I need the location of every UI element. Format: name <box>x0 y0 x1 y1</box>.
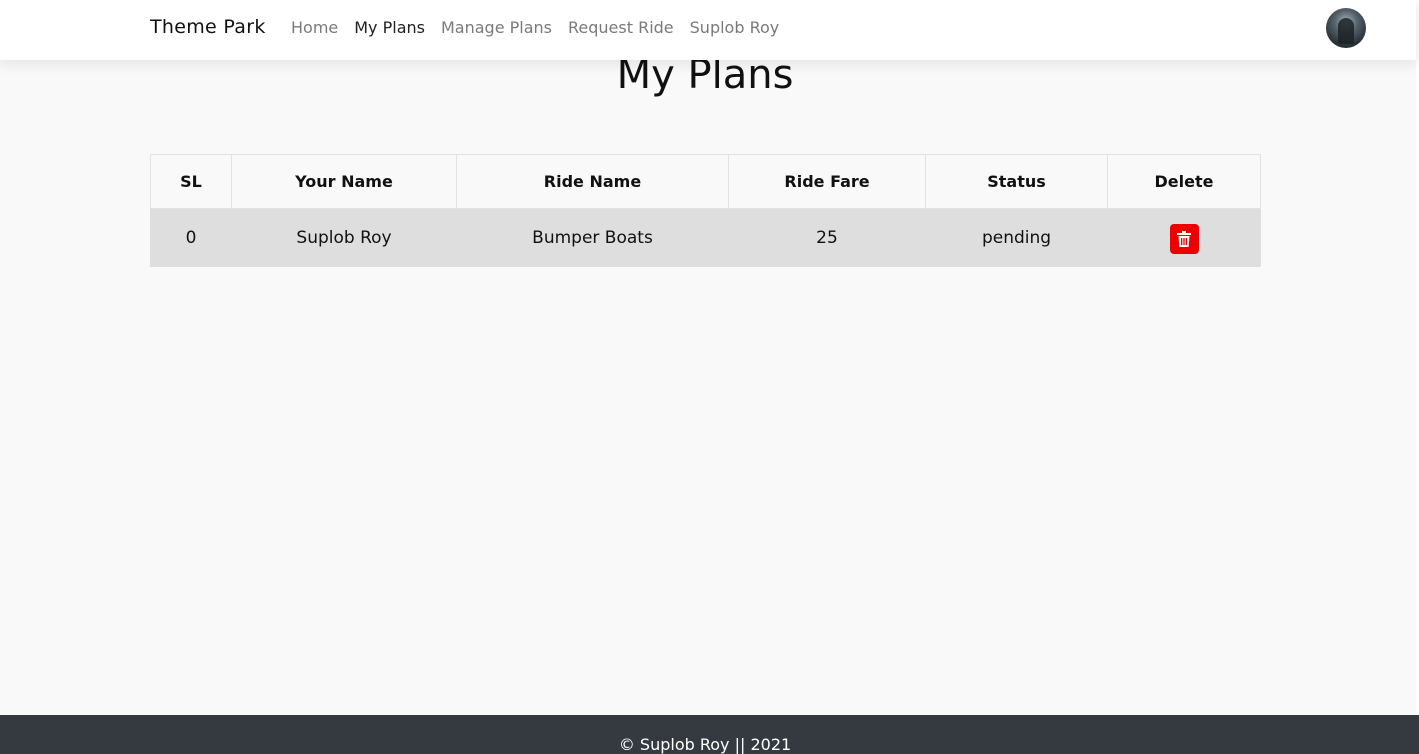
table-body: 0 Suplob Roy Bumper Boats 25 pending <box>150 208 1261 267</box>
table-header: SL Your Name Ride Name Ride Fare Status … <box>150 154 1261 209</box>
column-header-sl: SL <box>150 154 232 209</box>
nav-links: Home My Plans Manage Plans Request Ride … <box>291 18 779 37</box>
column-header-status: Status <box>925 154 1108 209</box>
brand-link[interactable]: Theme Park <box>150 16 266 38</box>
column-header-your-name: Your Name <box>231 154 457 209</box>
delete-button[interactable] <box>1169 223 1199 254</box>
cell-delete <box>1107 208 1261 267</box>
cell-your-name: Suplob Roy <box>231 208 457 267</box>
table-row: 0 Suplob Roy Bumper Boats 25 pending <box>150 208 1261 267</box>
cell-sl: 0 <box>150 208 232 267</box>
plans-table: SL Your Name Ride Name Ride Fare Status … <box>150 154 1261 267</box>
nav-link-user-name[interactable]: Suplob Roy <box>690 18 780 37</box>
nav-link-my-plans[interactable]: My Plans <box>354 18 425 37</box>
column-header-ride-name: Ride Name <box>456 154 729 209</box>
cell-ride-name: Bumper Boats <box>456 208 729 267</box>
nav-link-home[interactable]: Home <box>291 18 338 37</box>
top-navbar: Theme Park Home My Plans Manage Plans Re… <box>0 0 1416 60</box>
trash-icon <box>1177 230 1192 247</box>
cell-status: pending <box>925 208 1108 267</box>
footer: © Suplob Roy || 2021 <box>0 715 1419 754</box>
user-avatar[interactable] <box>1326 8 1366 48</box>
table-header-row: SL Your Name Ride Name Ride Fare Status … <box>150 154 1261 209</box>
column-header-ride-fare: Ride Fare <box>728 154 926 209</box>
nav-link-request-ride[interactable]: Request Ride <box>568 18 674 37</box>
footer-copyright: © Suplob Roy || 2021 <box>618 735 792 754</box>
column-header-delete: Delete <box>1107 154 1261 209</box>
page: Theme Park Home My Plans Manage Plans Re… <box>0 0 1419 754</box>
nav-link-manage-plans[interactable]: Manage Plans <box>441 18 552 37</box>
cell-ride-fare: 25 <box>728 208 926 267</box>
